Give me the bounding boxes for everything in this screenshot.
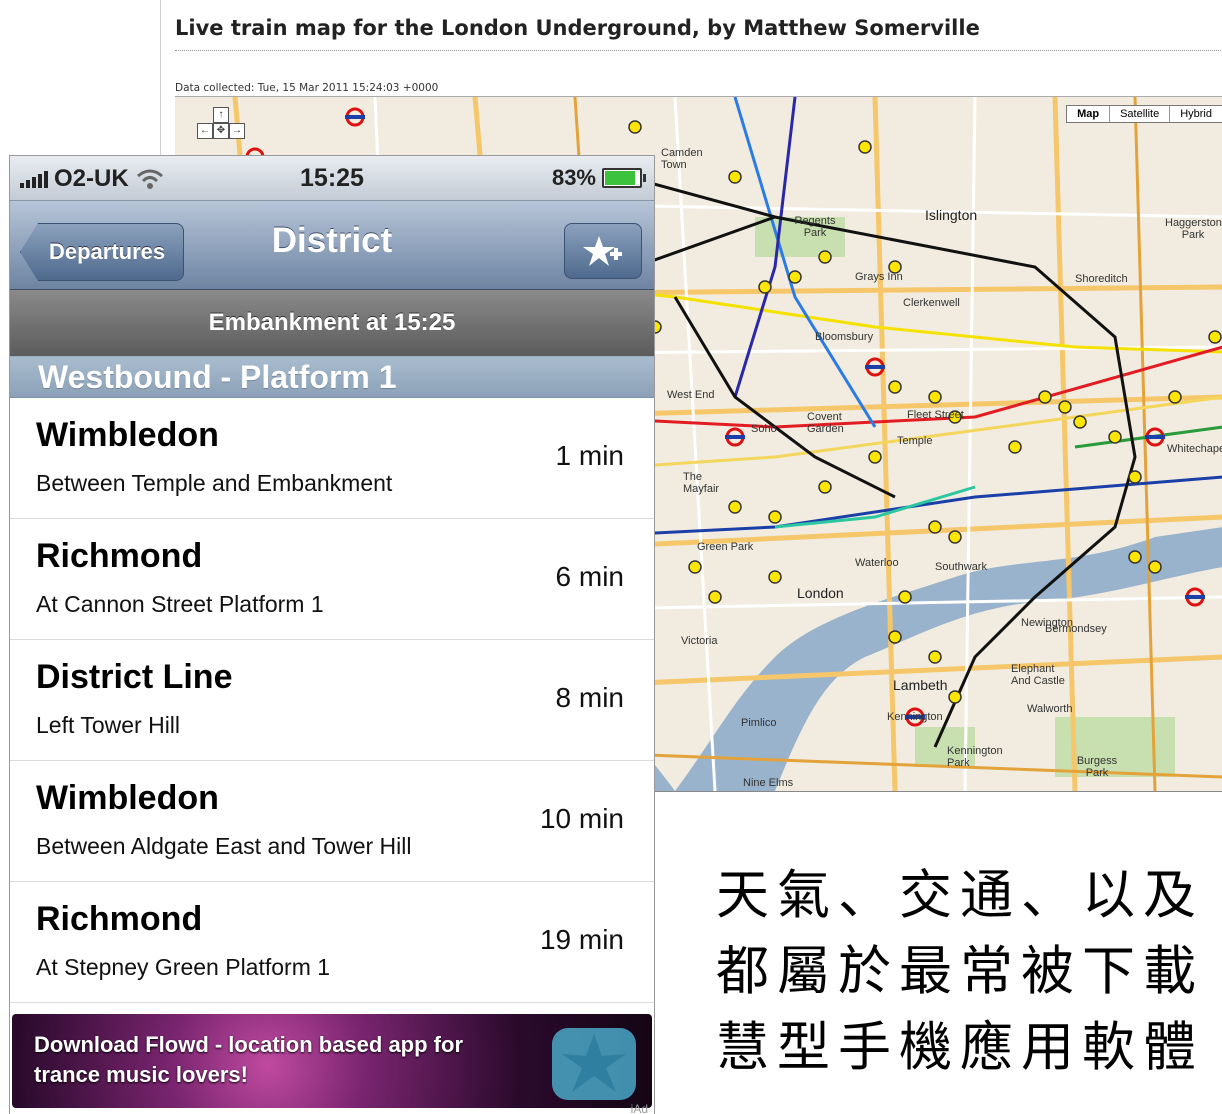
map-label-lambeth: Lambeth: [893, 677, 948, 693]
caption-line-1: 天氣、交通、以及: [716, 865, 1204, 926]
map-type-hybrid[interactable]: Hybrid: [1170, 106, 1222, 122]
map-label-regents-park: Regents Park: [794, 215, 836, 239]
battery-icon: [602, 168, 646, 188]
iphone-app-screen: O2-UK 15:25 83% Departures District Emba…: [10, 156, 654, 1114]
title-divider: [175, 50, 1222, 51]
map-label-islington: Islington: [925, 207, 978, 223]
add-favorite-button[interactable]: [564, 223, 642, 279]
map-label-elephant-castle: Elephant And Castle: [1011, 663, 1065, 687]
map-label-kennington-park: Kennington Park: [947, 745, 1003, 769]
flowd-logo-icon: [552, 1028, 636, 1100]
map-label-walworth: Walworth: [1027, 703, 1073, 715]
departure-location: At Stepney Green Platform 1: [36, 954, 331, 980]
departure-location: Left Tower Hill: [36, 712, 181, 738]
iad-badge: iAd: [630, 1102, 648, 1114]
departure-destination: Richmond: [36, 537, 203, 575]
departure-row[interactable]: Richmond At Stepney Green Platform 1 19 …: [10, 882, 654, 1003]
departure-location: At Cannon Street Platform 1: [36, 591, 324, 617]
map-pan-control[interactable]: ↑ ← ✥ →: [193, 107, 249, 163]
map-label-pimlico: Pimlico: [741, 717, 777, 729]
map-label-mayfair: The Mayfair: [683, 471, 720, 495]
star-plus-icon: [583, 236, 622, 266]
map-label-clerkenwell: Clerkenwell: [903, 297, 960, 309]
status-bar: O2-UK 15:25 83%: [10, 156, 654, 201]
map-label-waterloo: Waterloo: [855, 557, 899, 569]
map-label-temple: Temple: [897, 435, 933, 447]
map-label-grays-inn: Grays Inn: [855, 271, 903, 283]
departure-row[interactable]: Wimbledon Between Temple and Embankment …: [10, 398, 654, 519]
caption-line-3: 慧型手機應用軟體: [716, 1017, 1204, 1078]
map-label-burgess-park: Burgess Park: [1076, 755, 1118, 779]
battery-indicator: 83%: [551, 165, 646, 191]
map-label-haggerston-park: Haggerston Park: [1165, 217, 1222, 241]
map-label-soho: Soho: [751, 423, 777, 435]
battery-percent: 83%: [551, 165, 596, 190]
map-label-fleet-street: Fleet Street: [907, 409, 964, 421]
navigation-bar: Departures District: [10, 201, 654, 290]
map-label-london: London: [797, 585, 844, 601]
pan-up-icon[interactable]: ↑: [213, 107, 229, 123]
iad-banner[interactable]: Download Flowd - location based app for …: [10, 1010, 654, 1114]
departure-row[interactable]: District Line Left Tower Hill 8 min: [10, 640, 654, 761]
departure-time: 10 min: [539, 803, 624, 834]
data-collected-text: Data collected: Tue, 15 Mar 2011 15:24:0…: [175, 82, 439, 94]
map-label-kennington: Kennington: [887, 711, 943, 723]
ad-background: Download Flowd - location based app for …: [12, 1014, 652, 1108]
map-label-bloomsbury: Bloomsbury: [815, 331, 874, 343]
departure-time: 8 min: [555, 682, 624, 713]
map-label-victoria: Victoria: [681, 635, 718, 647]
map-label-nine-elms: Nine Elms: [743, 777, 794, 789]
departure-destination: Wimbledon: [36, 779, 219, 817]
map-label-camden-town: Camden Town: [661, 147, 703, 171]
ad-text: Download Flowd - location based app for …: [34, 1032, 463, 1087]
map-page-title: Live train map for the London Undergroun…: [175, 16, 980, 40]
map-label-shoreditch: Shoreditch: [1075, 273, 1128, 285]
map-label-covent-garden: Covent Garden: [807, 411, 844, 435]
map-type-satellite[interactable]: Satellite: [1110, 106, 1171, 122]
caption-line-2: 都屬於最常被下載: [716, 941, 1204, 1002]
station-header: Embankment at 15:25: [10, 290, 654, 356]
departure-row[interactable]: Richmond At Cannon Street Platform 1 6 m…: [10, 519, 654, 640]
map-label-west-end: West End: [667, 389, 715, 401]
map-type-controls: Map Satellite Hybrid: [1066, 105, 1222, 123]
departure-destination: Richmond: [36, 900, 203, 938]
departure-time: 6 min: [555, 561, 624, 592]
map-type-map[interactable]: Map: [1067, 106, 1111, 122]
pan-right-icon[interactable]: →: [229, 123, 245, 139]
map-label-whitechapel: Whitechapel: [1167, 443, 1222, 455]
platform-section-header: Westbound - Platform 1: [10, 356, 654, 398]
map-label-southwark: Southwark: [935, 561, 987, 573]
departure-location: Between Aldgate East and Tower Hill: [36, 833, 412, 859]
departure-destination: District Line: [36, 658, 233, 696]
departure-time: 1 min: [555, 440, 624, 471]
departure-row[interactable]: Wimbledon Between Aldgate East and Tower…: [10, 761, 654, 882]
departure-location: Between Temple and Embankment: [36, 470, 393, 496]
departures-list: Wimbledon Between Temple and Embankment …: [10, 398, 654, 1003]
departure-time: 19 min: [539, 924, 624, 955]
pan-left-icon[interactable]: ←: [197, 123, 213, 139]
chinese-caption: 天氣、交通、以及 都屬於最常被下載 慧型手機應用軟體: [716, 858, 1204, 1086]
map-label-newington: Newington: [1021, 617, 1073, 629]
pan-center-icon[interactable]: ✥: [213, 123, 229, 139]
departure-destination: Wimbledon: [36, 416, 219, 454]
line-title: District: [271, 221, 393, 260]
map-label-green-park: Green Park: [697, 541, 754, 553]
